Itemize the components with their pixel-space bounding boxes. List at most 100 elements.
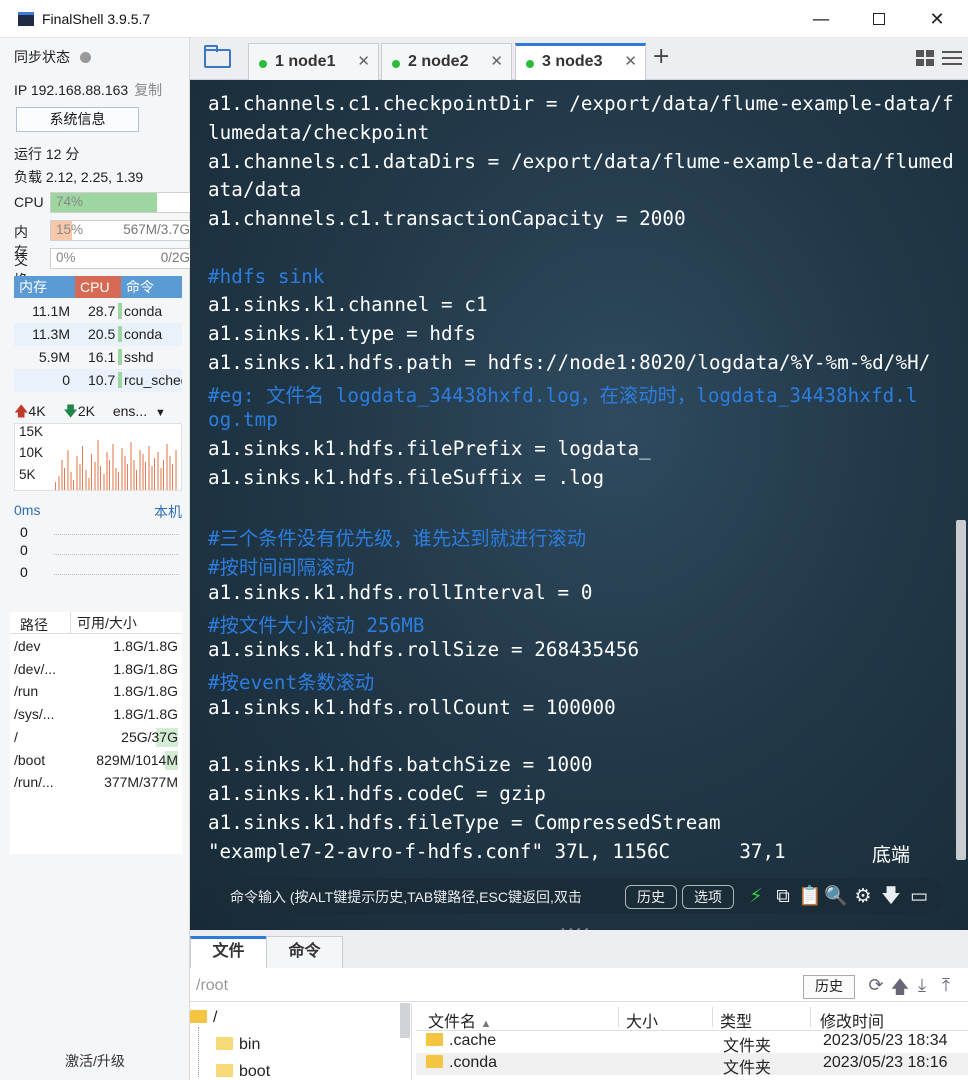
tree-scrollbar[interactable]	[400, 1003, 410, 1038]
terminal-line: lumedata/checkpoint	[208, 120, 430, 144]
download-icon[interactable]: 🡇	[880, 884, 902, 908]
process-row[interactable]: 11.1M 28.7 conda	[14, 300, 182, 323]
process-cpu: 16.1	[88, 349, 116, 365]
tab-node3[interactable]: 3 node3 ✕	[515, 43, 646, 80]
network-row: 🡅4K 🡇2K ens... ▼	[14, 401, 184, 425]
load-average: 负载 2.12, 2.25, 1.39	[14, 169, 144, 185]
col-header-mtime[interactable]: 修改时间	[820, 1008, 884, 1032]
col-header-name[interactable]: 文件名 ▲	[428, 1008, 491, 1032]
close-button[interactable]: ✕	[908, 0, 966, 38]
process-row[interactable]: 0 10.7 rcu_sched	[14, 369, 182, 392]
gear-icon[interactable]: ⚙	[852, 884, 874, 908]
tab-close-icon[interactable]: ✕	[624, 52, 637, 70]
refresh-icon[interactable]: ⟳	[866, 975, 886, 996]
process-table-header: 内存 CPU 命令	[14, 276, 182, 298]
lightning-icon[interactable]: ⚡	[745, 884, 767, 908]
activate-upgrade-link[interactable]: 激活/升级	[0, 1051, 190, 1071]
upload-icon[interactable]: ⤒	[936, 975, 956, 996]
file-row[interactable]: .conda 文件夹 2023/05/23 18:16	[416, 1053, 968, 1077]
network-interface-select[interactable]: ens...	[113, 403, 147, 419]
disk-row[interactable]: /sys/... 1.8G/1.8G	[10, 703, 182, 726]
path-input[interactable]: /root	[196, 977, 228, 995]
open-folder-icon[interactable]	[204, 45, 231, 68]
tab-close-icon[interactable]: ✕	[490, 52, 503, 70]
command-input-bar[interactable]: 命令输入 (按ALT键提示历史,TAB键路径,ESC键返回,双击 历史 选项 ⚡…	[210, 878, 945, 914]
disk-row[interactable]: /boot 829M/1014M	[10, 749, 182, 772]
tab-commands[interactable]: 命令	[266, 936, 343, 968]
terminal-scrollbar[interactable]	[956, 520, 966, 860]
tree-item-root[interactable]: /	[190, 1009, 217, 1027]
copy-icon[interactable]: ⧉	[772, 884, 794, 908]
proc-header-cmd[interactable]: 命令	[121, 276, 182, 298]
network-bar	[91, 454, 92, 490]
file-mtime: 2023/05/23 18:34	[823, 1032, 948, 1049]
history-button[interactable]: 历史	[625, 885, 677, 909]
title-bar: FinalShell 3.9.5.7 — ✕	[0, 0, 968, 38]
network-bar	[94, 462, 96, 490]
search-icon[interactable]: 🔍	[824, 884, 848, 908]
copy-ip-link[interactable]: 复制	[134, 82, 162, 98]
proc-header-mem[interactable]: 内存	[14, 276, 75, 298]
disk-row[interactable]: /dev/... 1.8G/1.8G	[10, 658, 182, 681]
terminal-comment-line: #按event条数滚动	[208, 671, 375, 694]
sort-asc-icon: ▲	[480, 1018, 492, 1030]
maximize-button[interactable]	[850, 0, 908, 38]
swap-bar: 0% 0/2G	[50, 248, 195, 269]
session-tab-bar: 1 node1 ✕ 2 node2 ✕ 3 node3 ✕ +	[190, 38, 968, 80]
network-bar	[73, 480, 74, 490]
process-cpu: 10.7	[88, 372, 116, 388]
tab-files[interactable]: 文件	[190, 936, 267, 968]
disk-row[interactable]: / 25G/37G	[10, 726, 182, 749]
process-row[interactable]: 5.9M 16.1 sshd	[14, 346, 182, 369]
disk-size: 377M/377M	[104, 774, 178, 791]
column-separator[interactable]	[810, 1007, 811, 1027]
terminal-line: a1.sinks.k1.channel = c1	[208, 293, 488, 317]
up-arrow-icon[interactable]: 🡅	[890, 975, 910, 1005]
disk-path: /	[14, 728, 18, 745]
sync-status: 同步状态	[14, 47, 91, 67]
minimize-button[interactable]: —	[792, 0, 850, 38]
options-button[interactable]: 选项	[682, 885, 734, 909]
network-bar	[97, 440, 99, 490]
disk-header-path[interactable]: 路径	[20, 615, 48, 635]
disk-row[interactable]: /dev 1.8G/1.8G	[10, 635, 182, 658]
system-info-button[interactable]: 系统信息	[16, 107, 139, 132]
net-tick-5k: 5K	[19, 467, 36, 482]
network-bar	[64, 468, 65, 490]
terminal-comment-line: #eg: 文件名 logdata_34438hxfd.log，在滚动时，logd…	[208, 383, 918, 407]
chevron-down-icon[interactable]: ▼	[155, 407, 166, 419]
latency-grid-line	[54, 574, 179, 575]
window-icon[interactable]: ▭	[908, 884, 930, 908]
tab-node2[interactable]: 2 node2 ✕	[381, 43, 512, 80]
col-header-size[interactable]: 大小	[626, 1008, 658, 1032]
process-cpu: 20.5	[88, 326, 116, 342]
tree-item-bin[interactable]: bin	[216, 1036, 260, 1054]
add-tab-button[interactable]: +	[652, 44, 670, 69]
proc-header-cpu[interactable]: CPU	[75, 276, 121, 298]
terminal[interactable]: a1.channels.c1.checkpointDir = /export/d…	[190, 80, 968, 930]
terminal-line: a1.sinks.k1.hdfs.fileType = CompressedSt…	[208, 810, 721, 834]
col-header-type[interactable]: 类型	[720, 1008, 752, 1032]
disk-row[interactable]: /run/... 377M/377M	[10, 771, 182, 794]
disk-size: 1.8G/1.8G	[113, 660, 178, 677]
tree-item-boot[interactable]: boot	[216, 1063, 270, 1080]
disk-row[interactable]: /run 1.8G/1.8G	[10, 680, 182, 703]
column-separator[interactable]	[618, 1007, 619, 1027]
file-row[interactable]: .cache 文件夹 2023/05/23 18:34	[416, 1031, 968, 1055]
process-row[interactable]: 11.3M 20.5 conda	[14, 323, 182, 346]
download-icon[interactable]: ⤓	[912, 975, 932, 996]
paste-icon[interactable]: 📋	[798, 884, 822, 908]
path-history-button[interactable]: 历史	[803, 975, 855, 999]
command-input[interactable]: 命令输入 (按ALT键提示历史,TAB键路径,ESC键返回,双击	[230, 887, 622, 907]
tab-close-icon[interactable]: ✕	[357, 52, 370, 70]
network-bar	[61, 460, 63, 490]
disk-header-size[interactable]: 可用/大小	[70, 612, 137, 634]
menu-icon[interactable]	[942, 50, 962, 66]
latency-host[interactable]: 本机	[154, 502, 182, 522]
column-separator[interactable]	[712, 1007, 713, 1027]
memory-bar: 15% 567M/3.7G	[50, 220, 195, 241]
terminal-line: a1.channels.c1.checkpointDir = /export/d…	[208, 92, 954, 115]
layout-grid-icon[interactable]	[916, 50, 934, 66]
tab-node1[interactable]: 1 node1 ✕	[248, 43, 379, 80]
latency-ms: 0ms	[14, 502, 41, 518]
